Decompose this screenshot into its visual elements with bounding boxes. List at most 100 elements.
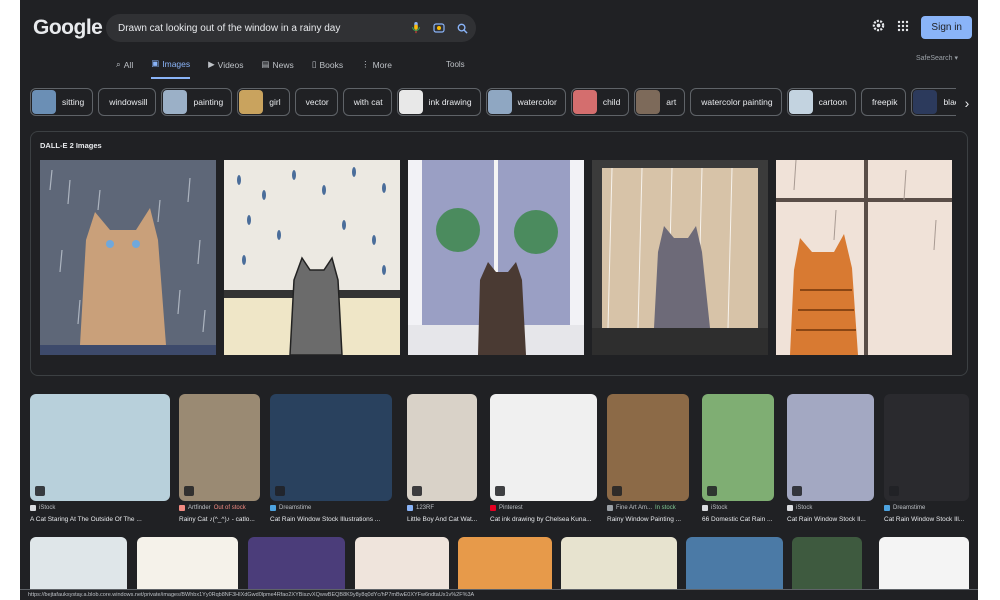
chip-girl[interactable]: girl: [237, 88, 290, 116]
search-input[interactable]: [106, 21, 407, 35]
result-image[interactable]: [30, 394, 170, 501]
result-source[interactable]: Fine Art Am... In stock: [607, 505, 676, 511]
result-image[interactable]: [407, 394, 477, 501]
tab-videos[interactable]: ▶ Videos: [208, 58, 243, 79]
tab-news[interactable]: ▤ News: [262, 58, 294, 79]
result-image[interactable]: [787, 394, 874, 501]
favicon-icon: [607, 505, 613, 511]
chip-label: windowsill: [109, 97, 148, 107]
result-image[interactable]: [179, 394, 260, 501]
chip-label: painting: [193, 97, 224, 107]
dalle-image-5[interactable]: [776, 160, 952, 355]
result-title[interactable]: Rainy Cat ♪(^_^)♪ - catlo...: [179, 516, 266, 523]
chip-ink-drawing[interactable]: ink drawing: [396, 88, 481, 116]
result-source[interactable]: Pinterest: [490, 505, 523, 511]
chip-child[interactable]: child: [570, 88, 630, 116]
result-title[interactable]: Cat Rain Window Stock Il...: [787, 516, 880, 523]
chip-vector[interactable]: vector: [294, 88, 338, 116]
result-title[interactable]: Rainy Window Painting ...: [607, 516, 695, 523]
image-badge-icon: [275, 486, 285, 496]
tab-books[interactable]: ▯ Books: [312, 58, 343, 79]
favicon-icon: [884, 505, 890, 511]
result-source[interactable]: Dreamstime: [270, 505, 311, 511]
chip-label: with cat: [353, 97, 383, 107]
settings-gear-icon[interactable]: [872, 19, 885, 37]
result-title[interactable]: Cat ink drawing by Chelsea Kuna...: [490, 516, 603, 523]
result-image[interactable]: [270, 394, 392, 501]
chip-freepik[interactable]: freepik: [860, 88, 907, 116]
chip-art[interactable]: art: [634, 88, 686, 116]
status-bar-url: https://bejtafauksystay.a.blob.core.wind…: [20, 589, 978, 600]
chevron-right-icon[interactable]: ›: [956, 88, 978, 118]
favicon-icon: [179, 505, 185, 511]
result-source[interactable]: Artfinder Out of stock: [179, 505, 246, 511]
news-icon: ▤: [261, 59, 270, 69]
more-icon: ⋮: [361, 59, 370, 69]
dalle-image-4[interactable]: [592, 160, 768, 355]
tools-button[interactable]: Tools: [446, 60, 465, 69]
chip-watercolor-painting[interactable]: watercolor painting: [690, 88, 782, 116]
result-source[interactable]: 123RF: [407, 505, 434, 511]
result-title[interactable]: A Cat Staring At The Outside Of The ...: [30, 516, 176, 523]
chip-label: freepik: [871, 97, 898, 107]
favicon-icon: [787, 505, 793, 511]
result-image[interactable]: [607, 394, 689, 501]
chip-thumbnail: [32, 90, 56, 114]
chip-label: watercolor: [517, 97, 557, 107]
result-source[interactable]: iStock: [702, 505, 727, 511]
chip-watercolor[interactable]: watercolor: [485, 88, 566, 116]
image-badge-icon: [792, 486, 802, 496]
image-badge-icon: [889, 486, 899, 496]
chip-label: art: [666, 97, 677, 107]
google-logo[interactable]: Google: [33, 16, 103, 40]
dalle-image-2[interactable]: [224, 160, 400, 355]
result-source[interactable]: Dreamstime: [884, 505, 925, 511]
image-badge-icon: [184, 486, 194, 496]
chip-with-cat[interactable]: with cat: [342, 88, 392, 116]
result-title[interactable]: Little Boy And Cat Wat...: [407, 516, 483, 523]
image-icon: ▣: [151, 58, 160, 68]
result-source[interactable]: iStock: [30, 505, 55, 511]
result-source[interactable]: iStock: [787, 505, 812, 511]
result-image[interactable]: [490, 394, 597, 501]
app-window: Google Sign in ⌕All ▣Images ▶Videos ▤New…: [20, 0, 978, 600]
chip-windowsill[interactable]: windowsill: [98, 88, 157, 116]
image-badge-icon: [412, 486, 422, 496]
chip-label: sitting: [62, 97, 85, 107]
video-icon: ▶: [208, 59, 215, 69]
safesearch-button[interactable]: SafeSearch ▾: [916, 54, 958, 62]
image-badge-icon: [35, 486, 45, 496]
microphone-icon[interactable]: [407, 19, 425, 37]
sign-in-button[interactable]: Sign in: [921, 16, 972, 39]
dalle-image-1[interactable]: [40, 160, 216, 355]
tab-images[interactable]: ▣ Images: [151, 58, 191, 79]
chip-thumbnail: [636, 90, 661, 114]
chip-painting[interactable]: painting: [161, 88, 233, 116]
result-title[interactable]: Cat Rain Window Stock Illustrations ...: [270, 516, 398, 523]
image-badge-icon: [707, 486, 717, 496]
search-icon[interactable]: [453, 19, 471, 37]
chip-label: watercolor painting: [701, 97, 773, 107]
dalle-images-section: DALL-E 2 Images: [30, 131, 968, 376]
stock-status: In stock: [655, 505, 676, 511]
result-image[interactable]: [702, 394, 774, 501]
chip-thumbnail: [487, 90, 512, 114]
chip-thumbnail: [239, 90, 264, 114]
tab-more[interactable]: ⋮ More: [361, 58, 392, 79]
search-bar[interactable]: [106, 14, 476, 42]
image-badge-icon: [495, 486, 505, 496]
camera-lens-icon[interactable]: [430, 19, 448, 37]
apps-grid-icon[interactable]: [897, 19, 909, 37]
chip-cartoon[interactable]: cartoon: [786, 88, 856, 116]
result-image[interactable]: [884, 394, 969, 501]
result-title[interactable]: 66 Domestic Cat Rain ...: [702, 516, 780, 523]
tab-all[interactable]: ⌕ All: [116, 58, 133, 79]
chip-thumbnail: [913, 90, 938, 114]
search-tabs: ⌕ All ▣ Images ▶ Videos ▤ News ▯ Books ⋮ More: [116, 58, 392, 79]
chip-sitting[interactable]: sitting: [30, 88, 94, 116]
favicon-icon: [407, 505, 413, 511]
stock-status: Out of stock: [213, 505, 246, 511]
chip-black-cat[interactable]: black cat: [911, 88, 960, 116]
result-title[interactable]: Cat Rain Window Stock Ill...: [884, 516, 975, 523]
dalle-image-3[interactable]: [408, 160, 584, 355]
